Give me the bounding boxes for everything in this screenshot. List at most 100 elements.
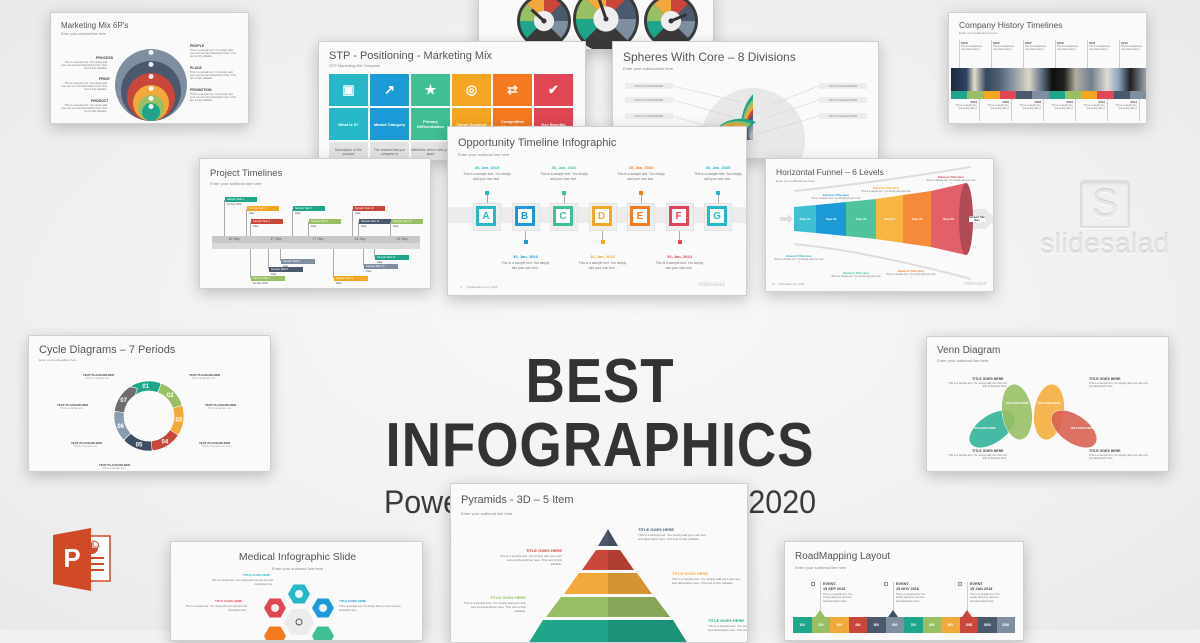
slide-subtitle: STP Marketing Mix Template (329, 63, 380, 68)
event-date: 15 JAN 2018 (970, 587, 993, 591)
text-people: This is a sample text. You simply add yo… (190, 49, 236, 59)
scale-cell-600: 600 (885, 617, 904, 633)
funnel-step-label: Step 04 (884, 217, 895, 221)
text-promotion: This is a sample text. You simply add yo… (190, 93, 236, 103)
ring-icon-6 (148, 104, 154, 109)
step-box-D[interactable]: D (591, 206, 612, 226)
step-date: 30, Jan, 2019 (474, 165, 500, 170)
event-label: EVENT (896, 582, 909, 586)
year-bottom-text: This is a sample text. You simply add yo (987, 105, 1009, 110)
step-marker (639, 191, 643, 195)
task-connector (250, 222, 251, 236)
slide-horizontal-funnel[interactable]: Horizontal Funnel – 6 Levels Enter your … (765, 158, 994, 292)
year-tick (1011, 99, 1012, 121)
step-text: This is a sample text. You simply add yo… (540, 172, 588, 181)
task-connector (308, 222, 309, 236)
slide-marketing-mix[interactable]: Marketing Mix 6P's Enter your subhead li… (50, 12, 249, 124)
task-connector (250, 249, 251, 278)
slide-opportunity-timeline[interactable]: Opportunity Timeline Infographic Enter y… (447, 126, 747, 296)
logo-letter: S (1091, 182, 1119, 226)
ring-icon-5 (148, 96, 154, 101)
watermark: slidesalad (698, 282, 725, 288)
cycle-sample-text: This is a sample text. (208, 407, 232, 410)
slide-pyramids-3d[interactable]: Pyramids - 3D – 5 Item Enter your subhea… (450, 483, 748, 643)
year-bottom-text: This is a sample text. You simply add yo (1115, 105, 1137, 110)
pyramid-title-5: TITLE GOES HERE (708, 618, 745, 623)
pyramid-shade (608, 573, 652, 594)
ring-icon-2 (148, 62, 154, 67)
medical-hex-4 (264, 626, 286, 640)
step-date: 30, Jan, 2025 (705, 165, 731, 170)
text-price: This is a sample text. You simply add yo… (61, 82, 107, 92)
year-tick (1139, 99, 1140, 121)
year-top-text: This is a sample text. You simply add yo (1089, 46, 1111, 51)
history-bar-cell-4 (999, 91, 1016, 99)
task-bar-bottom-5: Sample Task 12 (375, 255, 409, 260)
pyramid-text: This is a sample text. You simply add yo… (638, 533, 706, 541)
cycle-sample-text: This is a sample text. (60, 407, 84, 410)
week-label: 01 Sep (396, 237, 408, 241)
medical-text-1: This is a sample text. You simply add yo… (211, 579, 273, 586)
box-icon: ▣ (329, 74, 368, 106)
slide-medical-infographic[interactable]: Medical Infographic Slide Enter your sub… (170, 541, 423, 641)
task-connector (292, 209, 293, 236)
year-top-text: This is a sample text. You simply add yo (1025, 46, 1047, 51)
pyramid-shade (608, 620, 687, 642)
logo-mark: S (1080, 180, 1130, 228)
venn-petal-label: TITLE GOES HERE (972, 426, 996, 430)
year-bottom-text: This is a sample text. You simply add yo (955, 105, 977, 110)
step-box-C[interactable]: C (553, 206, 573, 226)
task-connector (224, 200, 225, 236)
task-date: Date (361, 225, 367, 228)
slide-roadmapping-layout[interactable]: RoadMapping Layout Enter your subhead li… (784, 541, 1024, 641)
text-product: This is a sample text. You simply add yo… (61, 104, 107, 114)
slide-project-timelines[interactable]: Project Timelines Enter your subhead lin… (199, 158, 431, 289)
funnel-step-label: Step 03 (855, 217, 867, 221)
cycle-number: 03 (175, 417, 182, 423)
cycle-number: 04 (162, 439, 169, 445)
funnel-element-text: This is a sample text. You simply add yo… (926, 179, 976, 186)
step-date: 30, Jan, 2020 (513, 254, 538, 259)
lungs-icon (295, 590, 303, 598)
step-box-A[interactable]: A (476, 206, 496, 226)
task-bar-top-7: Sample Task 11 (359, 219, 391, 224)
slide-company-history[interactable]: Company History Timelines Enter your sub… (948, 12, 1147, 124)
year-tick (959, 40, 960, 68)
ring-icon-1 (148, 50, 154, 55)
slide-venn-diagram[interactable]: Venn Diagram Enter your subhead line her… (926, 336, 1169, 472)
year-top-text: This is a sample text. You simply add yo (1121, 46, 1143, 51)
year-top-2013: 2013 (1121, 41, 1128, 45)
slide-title: RoadMapping Layout (795, 551, 891, 562)
slide-title: Opportunity Timeline Infographic (458, 137, 617, 149)
week-label: 24 Sep (354, 237, 366, 241)
page-number: 45 (772, 283, 775, 286)
step-box-G[interactable]: G (707, 206, 727, 226)
cycle-sample-text: This is a sample text. Here. (202, 445, 233, 448)
funnel-step-label: Step 02 (825, 217, 837, 221)
funnel-element-text: This is a sample text. You simply add yo… (886, 273, 936, 280)
pyramid-text: This is a sample text. You simply add yo… (499, 554, 562, 566)
task-bar-bottom-2: Sample Task 5 (269, 267, 303, 272)
task-bar-top-1: Sample Task 1 (225, 197, 257, 202)
step-marker (600, 240, 605, 244)
pyramid-text: This is a sample text. You simply add yo… (463, 601, 526, 613)
step-box-E[interactable]: E (630, 206, 650, 226)
task-date: Date (393, 225, 399, 228)
task-bar-top-5: Sample Task 8 (309, 219, 341, 224)
pyramid-shade (608, 597, 670, 617)
calendar-icon (958, 582, 962, 586)
slide-cycle-diagrams[interactable]: Cycle Diagrams – 7 Periods Enter your su… (28, 335, 271, 472)
step-box-B[interactable]: B (514, 206, 535, 226)
step-box-F[interactable]: F (668, 206, 689, 226)
calendar-icon (811, 582, 815, 586)
history-bar-cell-7 (1048, 91, 1065, 99)
step-text: This is a sample text. You simply add yo… (578, 261, 627, 270)
funnel-step-label: Step 06 (943, 217, 954, 221)
venn-petal-label: TITLE GOES HERE (1005, 401, 1029, 405)
task-connector (352, 209, 353, 236)
label-place: PLACE (190, 66, 202, 70)
funnel-step-label: Step 05 (911, 217, 923, 221)
event-text: This is a sample text. You simply add yo… (823, 593, 853, 603)
funnel-element-text: This is a sample text. You simply add yo… (861, 190, 911, 197)
funnel-start-arrow (780, 214, 793, 224)
